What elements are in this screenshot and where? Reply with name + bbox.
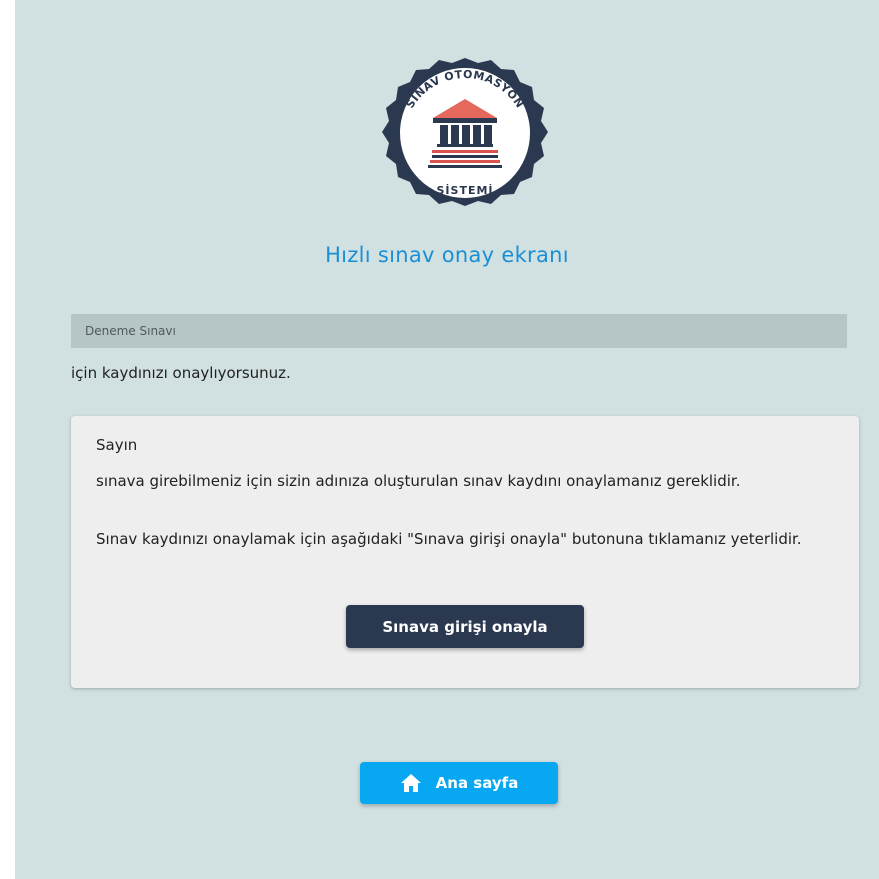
page-container: SINAV OTOMASYON SİSTEMİ Hızlı sınav onay… bbox=[15, 0, 879, 879]
page-title: Hızlı sınav onay ekranı bbox=[325, 243, 569, 267]
home-button-label: Ana sayfa bbox=[435, 774, 519, 792]
exam-name-bar: Deneme Sınavı bbox=[71, 314, 847, 348]
exam-automation-logo: SINAV OTOMASYON SİSTEMİ bbox=[382, 58, 548, 206]
exam-name: Deneme Sınavı bbox=[85, 324, 176, 338]
home-button[interactable]: Ana sayfa bbox=[360, 762, 558, 804]
logo-bottom-text: SİSTEMİ bbox=[437, 183, 494, 197]
requirement-text: sınava girebilmeniz için sizin adınıza o… bbox=[96, 472, 741, 490]
home-icon bbox=[400, 773, 422, 793]
confirm-text: için kaydınızı onaylıyorsunuz. bbox=[71, 364, 291, 382]
instruction-text: Sınav kaydınızı onaylamak için aşağıdaki… bbox=[96, 530, 802, 548]
confirm-exam-entry-button[interactable]: Sınava girişi onayla bbox=[346, 605, 584, 648]
salutation-text: Sayın bbox=[96, 436, 138, 454]
info-card: Sayın sınava girebilmeniz için sizin adı… bbox=[71, 416, 859, 688]
